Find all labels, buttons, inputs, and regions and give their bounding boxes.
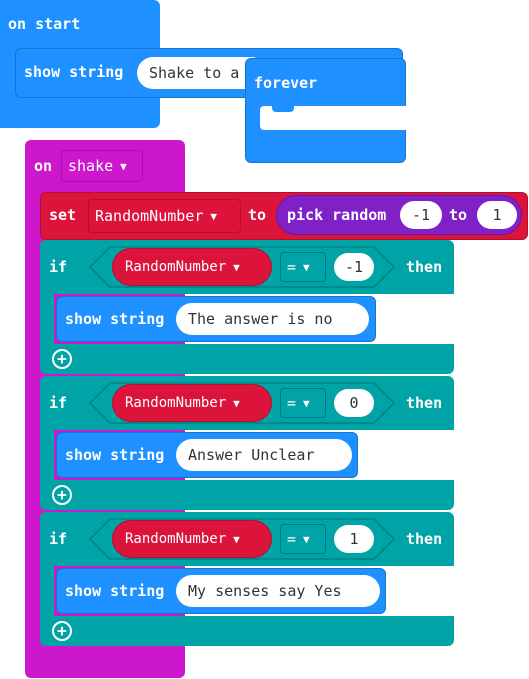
if-block-3-footer xyxy=(40,616,454,646)
to-label: to xyxy=(248,206,267,224)
on-start-label: on start xyxy=(8,15,81,33)
set-label: set xyxy=(49,206,77,224)
random-to-label: to xyxy=(449,206,468,224)
if-label: if xyxy=(49,258,68,276)
plus-circle-icon[interactable]: + xyxy=(52,485,72,505)
if-label: if xyxy=(49,394,68,412)
if-block-2-spine xyxy=(40,430,54,480)
operator-dropdown[interactable]: = ▼ xyxy=(280,252,326,282)
variable-reporter[interactable]: RandomNumber ▼ xyxy=(112,520,272,558)
show-string-text-field[interactable]: Answer Unclear xyxy=(176,439,352,471)
on-label: on xyxy=(34,157,53,175)
if-block-1-spine xyxy=(40,294,54,344)
show-string-label: show string xyxy=(65,310,165,328)
show-string-label: show string xyxy=(65,446,165,464)
then-label: then xyxy=(406,258,443,276)
caret-down-icon: ▼ xyxy=(303,396,310,410)
operator-dropdown[interactable]: = ▼ xyxy=(280,524,326,554)
variable-reporter[interactable]: RandomNumber ▼ xyxy=(112,248,272,286)
show-string-text-field[interactable]: The answer is no xyxy=(176,303,369,335)
plus-circle-icon[interactable]: + xyxy=(52,621,72,641)
show-string-label: show string xyxy=(24,63,124,81)
pick-random-label: pick random xyxy=(287,206,387,224)
caret-down-icon: ▼ xyxy=(120,159,127,173)
plus-circle-icon[interactable]: + xyxy=(52,349,72,369)
show-string-label: show string xyxy=(65,582,165,600)
caret-down-icon: ▼ xyxy=(303,532,310,546)
if-block-1-footer xyxy=(40,344,454,374)
forever-label: forever xyxy=(254,74,318,92)
caret-down-icon: ▼ xyxy=(303,260,310,274)
random-from-field[interactable]: -1 xyxy=(400,201,442,229)
caret-down-icon: ▼ xyxy=(233,532,240,546)
random-to-field[interactable]: 1 xyxy=(477,201,517,229)
caret-down-icon: ▼ xyxy=(233,260,240,274)
then-label: then xyxy=(406,530,443,548)
then-label: then xyxy=(406,394,443,412)
variable-reporter[interactable]: RandomNumber ▼ xyxy=(112,384,272,422)
gesture-dropdown[interactable]: shake ▼ xyxy=(61,150,143,182)
if-label: if xyxy=(49,530,68,548)
caret-down-icon: ▼ xyxy=(210,209,217,223)
compare-value-field[interactable]: -1 xyxy=(334,253,374,281)
if-block-3-spine xyxy=(40,566,54,616)
if-block-2-footer xyxy=(40,480,454,510)
variable-dropdown[interactable]: RandomNumber ▼ xyxy=(88,199,241,233)
slot-notch xyxy=(272,106,294,112)
compare-value-field[interactable]: 1 xyxy=(334,525,374,553)
operator-dropdown[interactable]: = ▼ xyxy=(280,388,326,418)
show-string-text-field[interactable]: My senses say Yes xyxy=(176,575,380,607)
quote-open: " xyxy=(145,57,152,70)
compare-value-field[interactable]: 0 xyxy=(334,389,374,417)
caret-down-icon: ▼ xyxy=(233,396,240,410)
